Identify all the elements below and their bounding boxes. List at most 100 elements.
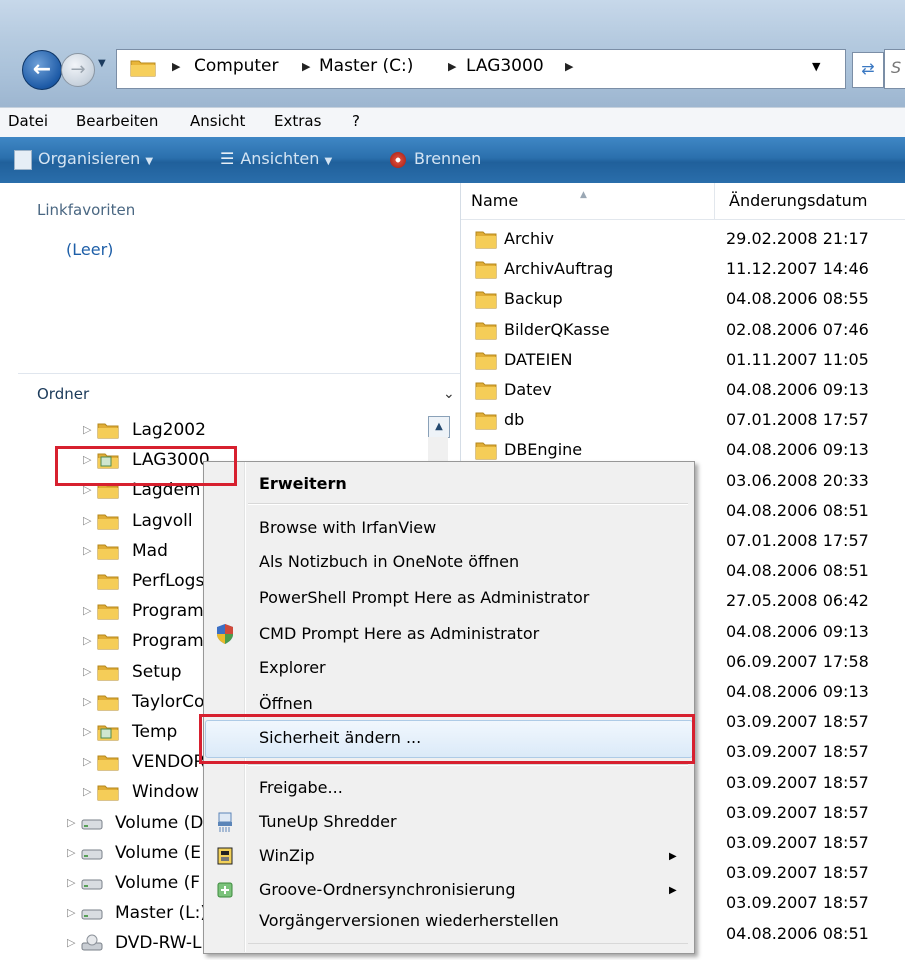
context-menu-item-label: CMD Prompt Here as Administrator [259,624,540,643]
column-date-label: Änderungsdatum [729,191,868,210]
uac-shield-icon [215,623,235,649]
expand-arrow-icon[interactable]: ▷ [67,876,75,889]
back-button[interactable]: ← [22,50,62,90]
file-row[interactable]: Archiv 29.02.2008 21:17 [461,226,905,254]
drive-icon [81,814,103,832]
file-date: 03.09.2007 18:57 [726,712,869,732]
file-row[interactable]: ArchivAuftrag 11.12.2007 14:46 [461,256,905,284]
context-menu-item[interactable]: WinZip ▶ [205,843,689,873]
organize-button[interactable]: Organisieren ▼ [14,149,153,170]
expand-arrow-icon[interactable]: ▷ [83,695,91,708]
file-name: Archiv [504,229,555,248]
favorites-header: Linkfavoriten [37,201,136,219]
file-name: ArchivAuftrag [504,259,614,279]
file-date: 03.09.2007 18:57 [726,893,869,913]
expand-arrow-icon[interactable]: ▷ [83,423,91,436]
context-menu-item[interactable]: Freigabe... [205,775,689,805]
tree-item-label: Lagvoll [132,510,193,531]
menu-bearbeiten[interactable]: Bearbeiten [76,112,158,130]
folder-icon [475,320,497,344]
expand-arrow-icon[interactable]: ▷ [67,936,75,949]
pane-divider[interactable] [18,373,460,374]
expand-arrow-icon[interactable]: ▷ [83,725,91,738]
tree-item-label: Volume (F [115,873,201,893]
folders-header[interactable]: Ordner [37,385,89,403]
context-menu-item[interactable]: Browse with IrfanView [205,515,689,545]
search-input[interactable]: S [884,49,905,89]
menu-extras[interactable]: Extras [274,112,321,130]
file-name: db [504,410,525,430]
tree-item-label: Window [132,782,200,803]
file-date: 06.09.2007 17:58 [726,651,869,671]
file-date: 02.08.2006 07:46 [726,319,869,339]
breadcrumb-drive[interactable]: Master (C:) [319,56,413,76]
context-menu-item[interactable]: Erweitern [205,471,689,501]
sort-ascending-icon: ▲ [580,190,587,200]
forward-button[interactable]: → [61,53,95,87]
expand-arrow-icon[interactable]: ▷ [83,755,91,768]
context-menu-item[interactable]: PowerShell Prompt Here as Administrator [205,585,689,615]
expand-arrow-icon[interactable]: ▷ [83,634,91,647]
breadcrumb-arrow-icon[interactable]: ▶ [302,60,310,73]
expand-arrow-icon[interactable]: ▷ [83,514,91,527]
views-button[interactable]: ☰ Ansichten ▼ [220,149,332,168]
expand-arrow-icon[interactable]: ▷ [83,544,91,557]
breadcrumb-arrow-icon[interactable]: ▶ [172,60,180,73]
column-header-name[interactable]: Name [461,183,715,220]
annotation-box-lag3000 [55,446,237,486]
folder-icon [475,259,497,283]
context-menu-item[interactable]: CMD Prompt Here as Administrator [205,621,689,651]
context-menu-item[interactable]: Als Notizbuch in OneNote öffnen [205,549,689,579]
recent-pages-dropdown[interactable]: ▼ [98,58,106,69]
expand-arrow-icon[interactable]: ▷ [67,846,75,859]
context-menu-item[interactable]: Explorer [205,655,689,685]
menu-separator [248,943,688,944]
submenu-arrow-icon: ▶ [669,885,677,896]
expand-arrow-icon[interactable]: ▷ [83,604,91,617]
file-row[interactable]: Backup 04.08.2006 08:55 [461,286,905,314]
annotation-box-sicherheit [199,714,695,764]
context-menu-item[interactable]: TuneUp Shredder [205,809,689,839]
expand-arrow-icon[interactable]: ▷ [83,785,91,798]
context-menu-item-label: Explorer [259,658,326,677]
file-date: 03.09.2007 18:57 [726,742,869,762]
back-arrow-icon: ← [32,57,52,82]
menu-ansicht[interactable]: Ansicht [190,112,245,130]
burn-button[interactable]: Brennen [390,149,481,168]
context-menu-item[interactable]: Vorgängerversionen wiederherstellen [205,908,689,938]
file-date: 01.11.2007 11:05 [726,349,869,369]
tree-item-label: Program [132,631,204,652]
file-row[interactable]: db 07.01.2008 17:57 [461,407,905,435]
menu-help[interactable]: ? [352,112,360,130]
file-date: 07.01.2008 17:57 [726,410,869,430]
breadcrumb-computer[interactable]: Computer [194,56,279,76]
context-menu-item[interactable]: Groove-Ordnersynchronisierung ▶ [205,877,689,907]
folder-icon [97,421,119,439]
tree-item[interactable]: ▷ Lag2002 [0,417,460,447]
breadcrumb-arrow-icon[interactable]: ▶ [565,60,573,73]
column-header-date[interactable]: Änderungsdatum [715,183,905,220]
folder-icon [97,602,119,620]
chevron-down-icon: ▼ [145,156,154,167]
file-row[interactable]: DATEIEN 01.11.2007 11:05 [461,347,905,375]
file-row[interactable]: BilderQKasse 02.08.2006 07:46 [461,317,905,345]
burn-disc-icon [390,151,406,168]
tree-item-label: Lag2002 [132,420,206,440]
views-label: Ansichten [240,149,320,168]
views-icon: ☰ [220,149,235,168]
refresh-button[interactable]: ⇄ [852,52,884,88]
expand-arrow-icon[interactable]: ▷ [67,816,75,829]
breadcrumb-arrow-icon[interactable]: ▶ [448,60,456,73]
expand-arrow-icon[interactable]: ▷ [83,665,91,678]
drive-icon [81,904,103,922]
organize-label: Organisieren [38,149,141,168]
context-menu-item-label: Als Notizbuch in OneNote öffnen [259,552,520,571]
menu-datei[interactable]: Datei [8,112,48,130]
column-name-label: Name [471,191,519,210]
expand-arrow-icon[interactable]: ▷ [67,906,75,919]
chevron-down-icon[interactable]: ⌄ [443,386,455,402]
breadcrumb-folder[interactable]: LAG3000 [466,56,544,76]
address-dropdown-icon[interactable]: ▼ [812,60,820,73]
file-row[interactable]: Datev 04.08.2006 09:13 [461,377,905,405]
file-date: 11.12.2007 14:46 [726,259,869,279]
